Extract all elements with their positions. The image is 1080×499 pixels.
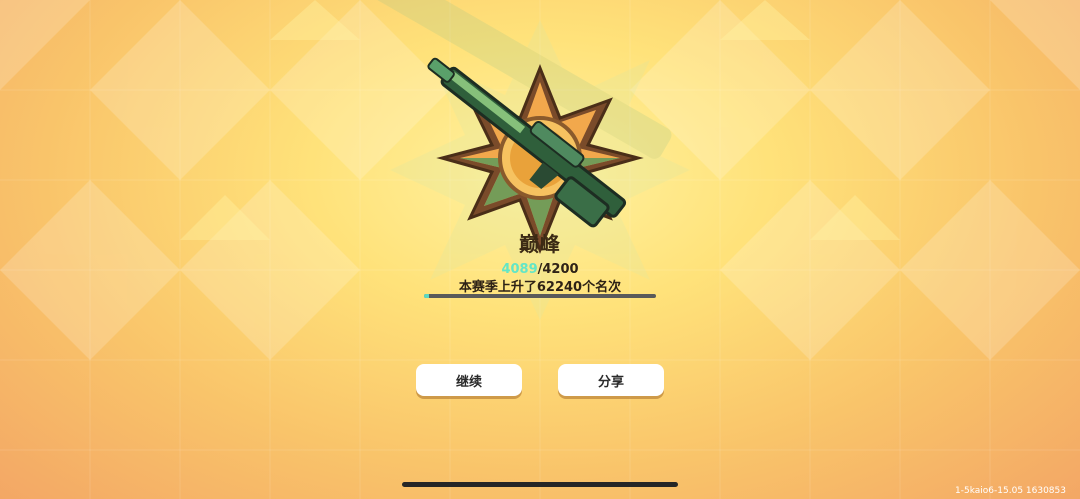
rank-up-text: 本赛季上升了62240个名次	[458, 280, 622, 295]
continue-button[interactable]: 继续	[416, 364, 522, 396]
score-current: 4089	[501, 262, 538, 277]
share-button[interactable]: 分享	[558, 364, 664, 396]
rank-progress-bar	[424, 294, 656, 298]
home-indicator[interactable]	[402, 482, 678, 487]
rank-title: 巅峰	[519, 232, 561, 256]
score-max: /4200	[537, 262, 579, 277]
rank-emblem-icon	[427, 57, 644, 255]
rank-progress-fill	[424, 294, 429, 298]
version-label: 1-5kaio6-15.05 1630853	[955, 486, 1066, 496]
score-display: 4089/4200	[0, 262, 1080, 277]
